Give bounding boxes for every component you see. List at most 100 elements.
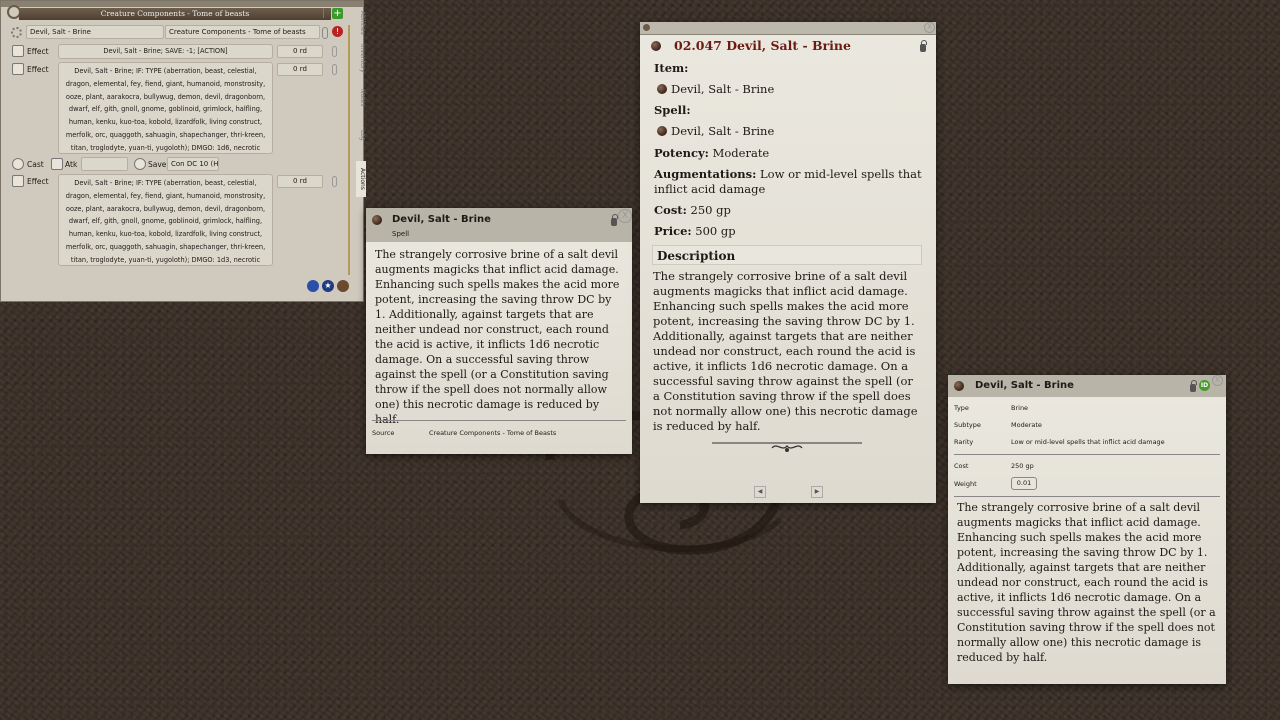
cast-toggle[interactable] <box>12 158 24 170</box>
effect-1-text[interactable]: Devil, Salt - Brine; SAVE: -1; [ACTION] <box>58 44 273 59</box>
add-icon[interactable]: + <box>332 8 343 19</box>
spell-link-icon[interactable] <box>657 126 667 136</box>
save-toggle[interactable] <box>134 158 146 170</box>
type-value: Brine <box>1011 404 1029 412</box>
edit-icon[interactable] <box>307 280 319 292</box>
effect-1-label: Effect <box>27 47 49 56</box>
source-value: Creature Components - Tome of Beasts <box>429 429 557 437</box>
spell-link[interactable]: Devil, Salt - Brine <box>671 124 774 138</box>
next-page-button[interactable]: ▶ <box>811 486 823 498</box>
tab-inventory[interactable]: Inventory <box>356 39 366 77</box>
cost-row: Cost: 250 gp <box>654 203 731 217</box>
lock-icon[interactable] <box>1190 380 1197 392</box>
close-icon[interactable]: X <box>1212 375 1223 386</box>
tab-notes[interactable]: Notes <box>356 83 366 113</box>
delete-icon[interactable]: ! <box>332 26 343 37</box>
window-title: Creature Components - Tome of beasts <box>19 8 331 20</box>
weight-label: Weight <box>954 480 977 488</box>
creature-components-window: Creature Components - Tome of beasts + D… <box>0 0 366 302</box>
tab-actions[interactable]: Actions <box>356 161 366 197</box>
effect-3-label: Effect <box>27 177 49 186</box>
rarity-label: Rarity <box>954 438 974 446</box>
source-label: Source <box>372 429 395 437</box>
item-link[interactable]: Devil, Salt - Brine <box>671 82 774 96</box>
spell-label: Spell: <box>654 103 691 117</box>
atk-toggle[interactable] <box>51 158 63 170</box>
effect-1-link-icon[interactable] <box>332 46 337 57</box>
weight-value[interactable]: 0.01 <box>1011 477 1037 490</box>
spell-window: Devil, Salt - Brine Spell X The strangel… <box>366 208 632 454</box>
cost-label: Cost <box>954 462 969 470</box>
detail-link-icon[interactable] <box>954 381 964 391</box>
detail-divider <box>954 454 1220 455</box>
save-label: Save <box>148 160 167 169</box>
effect-3-duration[interactable]: 0 rd <box>277 175 323 188</box>
link-icon[interactable] <box>322 27 328 39</box>
record-menu-icon[interactable] <box>643 24 650 31</box>
detail-divider-2 <box>954 496 1220 497</box>
star-icon[interactable]: ★ <box>322 280 334 292</box>
cost-value: 250 gp <box>1011 462 1034 470</box>
prev-page-button[interactable]: ◀ <box>754 486 766 498</box>
description-heading: Description <box>652 245 922 265</box>
detail-title: Devil, Salt - Brine <box>975 380 1074 391</box>
effect-1-drag-icon[interactable] <box>12 45 24 57</box>
tab-abilities[interactable]: Abilities <box>356 7 366 39</box>
price-label: Price: <box>654 224 692 238</box>
lock-icon[interactable] <box>611 214 618 226</box>
source-field[interactable]: Creature Components - Tome of beasts <box>165 25 320 39</box>
cost-label: Cost: <box>654 203 687 217</box>
price-value: 500 gp <box>695 224 736 238</box>
gear-icon[interactable] <box>11 27 22 38</box>
effect-2-label: Effect <box>27 65 49 74</box>
rarity-value: Low or mid-level spells that inflict aci… <box>1011 438 1165 446</box>
pencil-icon[interactable] <box>337 280 349 292</box>
close-icon[interactable]: X <box>618 209 632 223</box>
effect-2-drag-icon[interactable] <box>12 63 24 75</box>
subtype-label: Subtype <box>954 421 981 429</box>
augmentations-label: Augmentations: <box>654 167 757 181</box>
name-field[interactable]: Devil, Salt - Brine <box>26 25 164 39</box>
spell-link-icon[interactable] <box>372 215 382 225</box>
source-divider <box>372 420 626 421</box>
effect-2-text[interactable]: Devil, Salt - Brine; IF: TYPE (aberratio… <box>58 62 273 154</box>
type-label: Type <box>954 404 969 412</box>
item-detail-window: Devil, Salt - Brine ID X Type Brine Subt… <box>948 375 1226 684</box>
window-top-border <box>1 1 363 7</box>
item-record-window: X 02.047 Devil, Salt - Brine Item: Devil… <box>640 22 936 503</box>
cast-label: Cast <box>27 160 44 169</box>
spell-title: Devil, Salt - Brine <box>392 214 491 225</box>
atk-label: Atk <box>65 160 78 169</box>
scrollbar[interactable] <box>348 25 350 275</box>
lock-icon[interactable] <box>920 40 927 52</box>
item-label: Item: <box>654 61 689 75</box>
id-badge-icon[interactable]: ID <box>1199 380 1210 391</box>
effect-3-text[interactable]: Devil, Salt - Brine; IF: TYPE (aberratio… <box>58 174 273 266</box>
effect-3-drag-icon[interactable] <box>12 175 24 187</box>
close-icon[interactable]: X <box>924 22 935 33</box>
potency-row: Potency: Moderate <box>654 146 769 160</box>
record-description: The strangely corrosive brine of a salt … <box>653 269 918 433</box>
resize-handle-icon[interactable] <box>323 8 332 18</box>
augmentations-row: Augmentations: Low or mid-level spells t… <box>654 167 924 197</box>
record-title: 02.047 Devil, Salt - Brine <box>674 38 851 53</box>
save-field[interactable]: Con DC 10 (H) <box>167 157 219 171</box>
effect-3-link-icon[interactable] <box>332 176 337 187</box>
effect-2-link-icon[interactable] <box>332 64 337 75</box>
potency-value: Moderate <box>712 146 770 160</box>
cost-value: 250 gp <box>690 203 731 217</box>
subtype-value: Moderate <box>1011 421 1042 429</box>
record-link-icon[interactable] <box>651 41 661 51</box>
tab-log[interactable]: Log <box>356 121 366 149</box>
item-link-icon[interactable] <box>657 84 667 94</box>
record-title-bar <box>640 22 936 35</box>
spell-description: The strangely corrosive brine of a salt … <box>375 248 620 426</box>
spell-subtitle: Spell <box>392 230 410 238</box>
effect-1-duration[interactable]: 0 rd <box>277 45 323 58</box>
price-row: Price: 500 gp <box>654 224 736 238</box>
potency-label: Potency: <box>654 146 709 160</box>
divider-ornament <box>712 442 862 452</box>
atk-field[interactable] <box>81 157 128 171</box>
detail-description: The strangely corrosive brine of a salt … <box>957 501 1216 664</box>
effect-2-duration[interactable]: 0 rd <box>277 63 323 76</box>
